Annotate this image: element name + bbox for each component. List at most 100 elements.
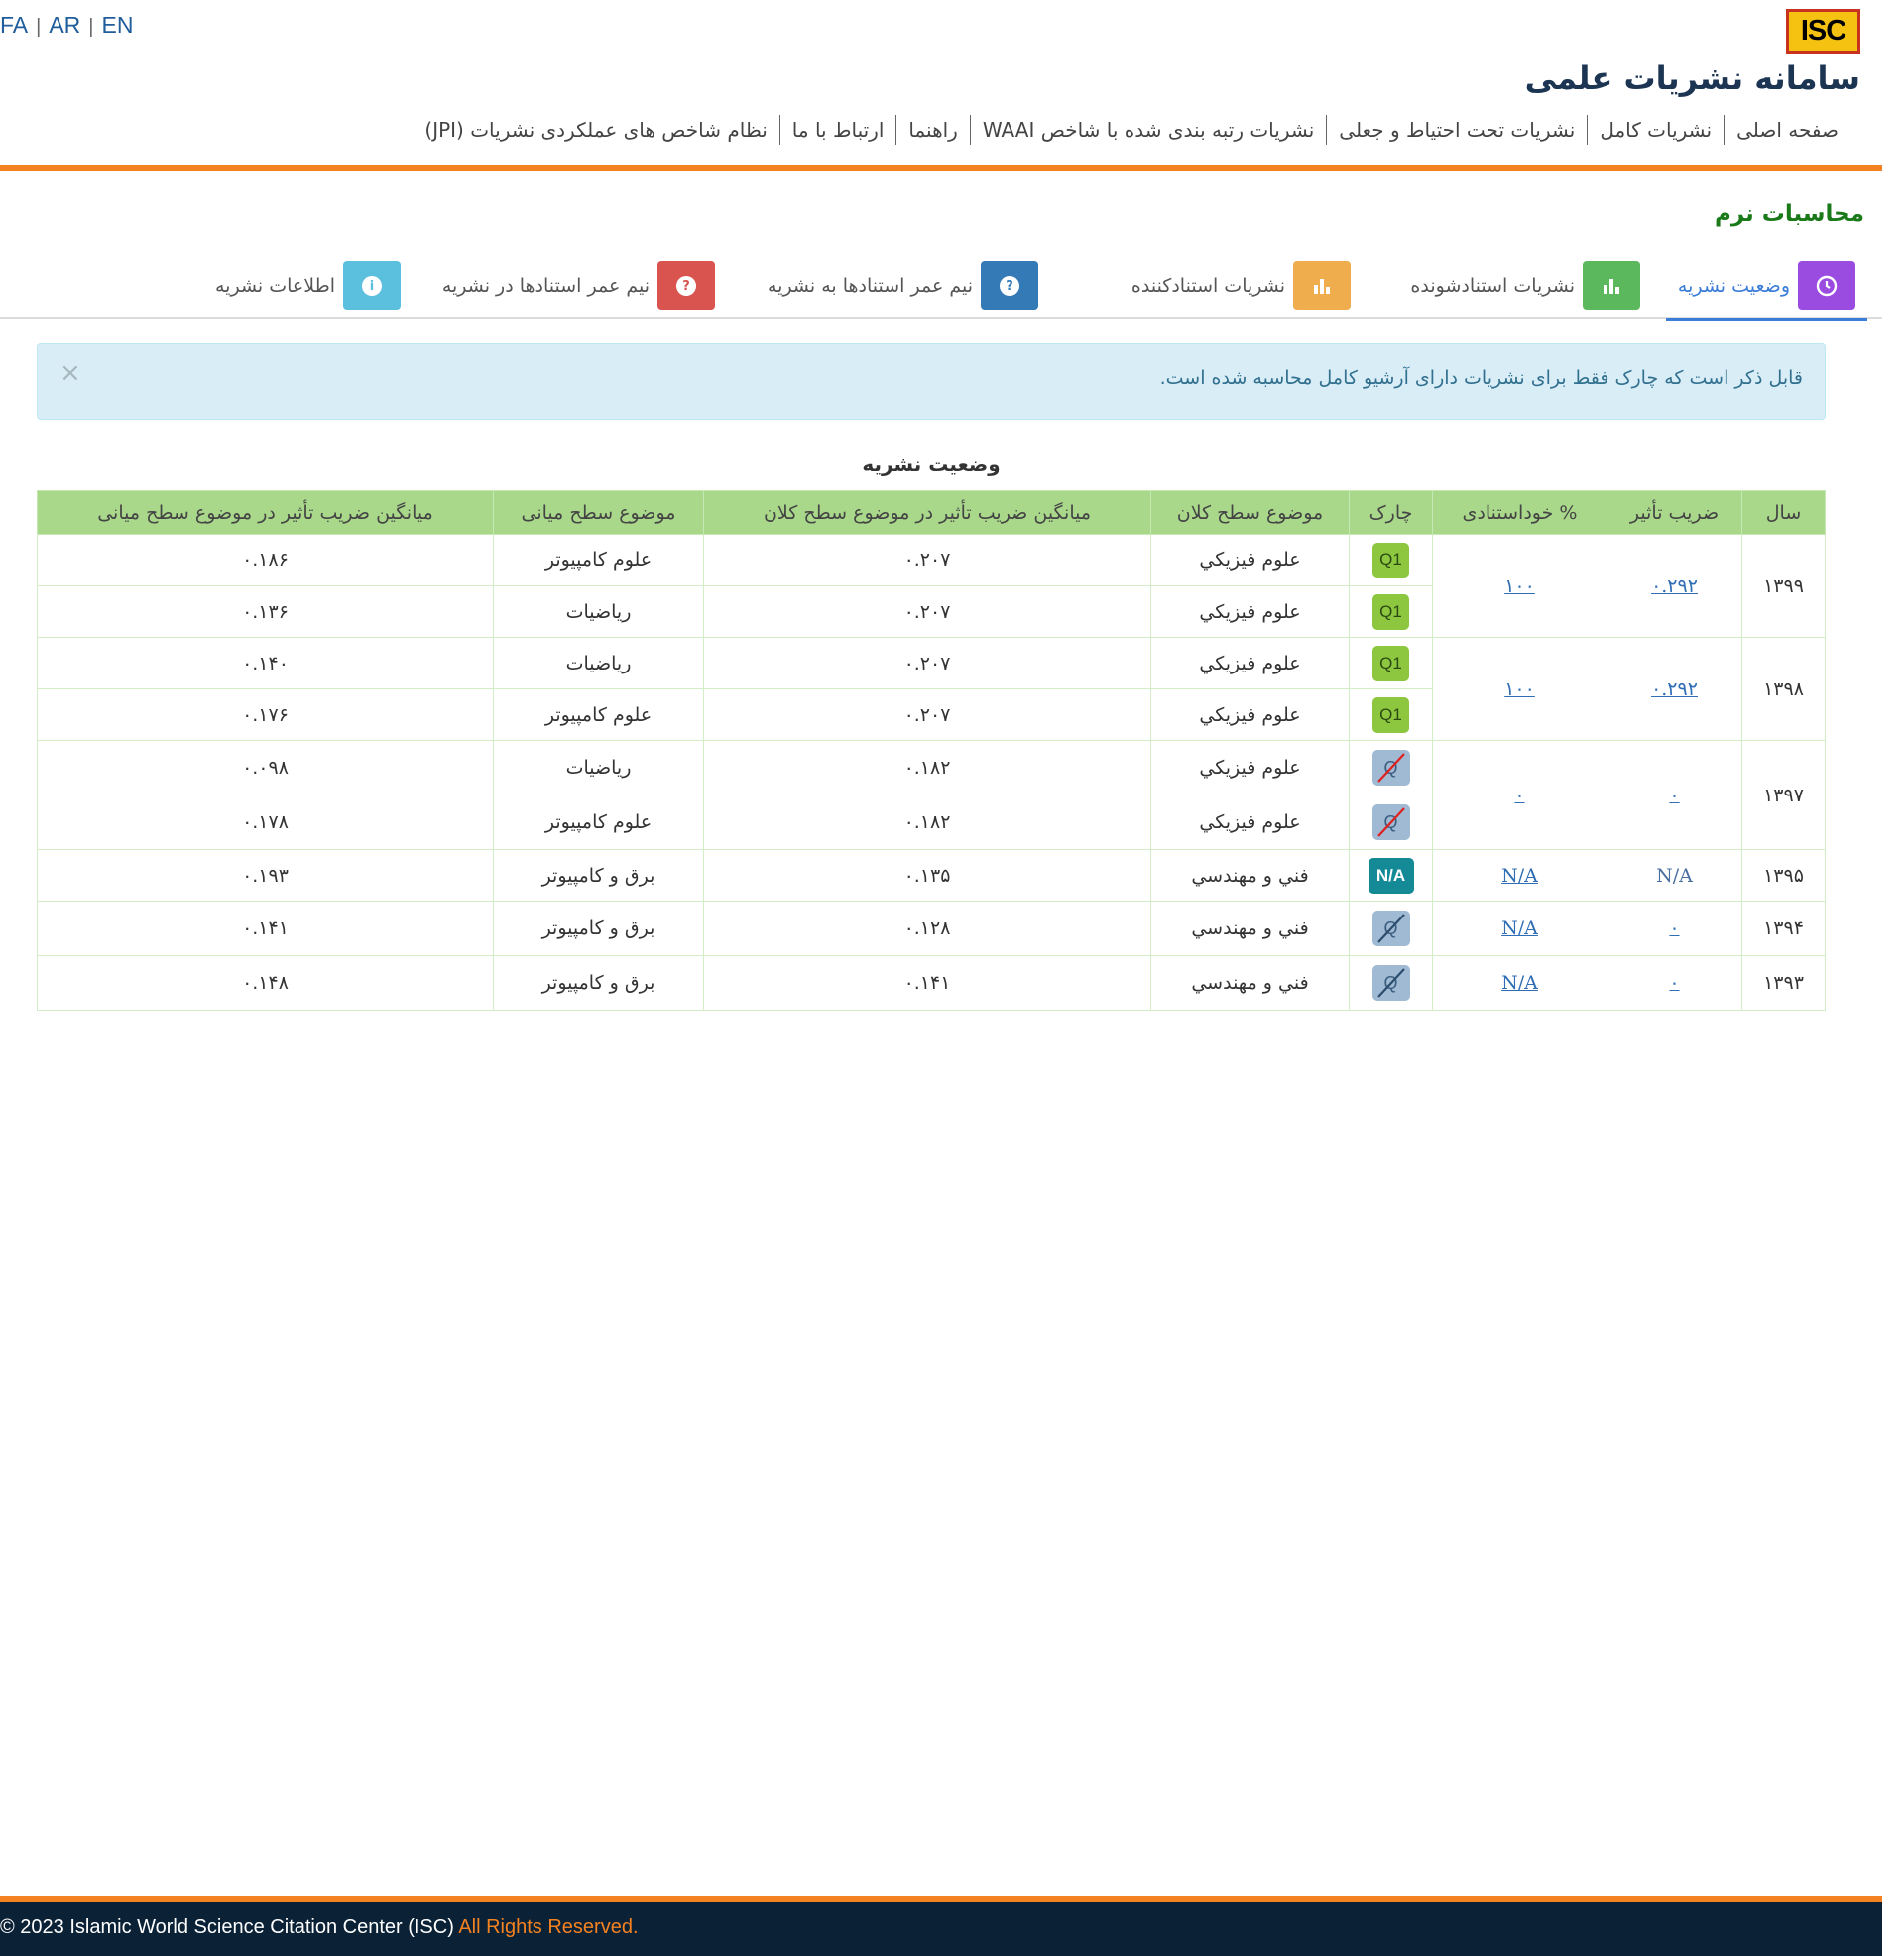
macro-avg-cell: ۰.۲۰۷ bbox=[703, 688, 1151, 741]
mid-avg-cell: ۰.۱۴۱ bbox=[37, 901, 494, 956]
col-mid-subject: موضوع سطح میانی bbox=[493, 490, 704, 535]
self-cite-link[interactable]: ۱۰۰ bbox=[1504, 678, 1535, 700]
lang-ar-link[interactable]: AR bbox=[49, 12, 80, 38]
year-cell: ۱۳۹۵ bbox=[1741, 849, 1826, 902]
language-switcher: FA | AR | EN bbox=[0, 12, 134, 38]
nav-full-journals[interactable]: نشریات کامل bbox=[1588, 118, 1724, 142]
self-cite-link[interactable]: ۰ bbox=[1514, 785, 1524, 806]
macro-subject-cell: علوم فيزيكي bbox=[1150, 585, 1350, 638]
quartile-cell: Q bbox=[1349, 795, 1433, 850]
close-icon[interactable]: × bbox=[60, 358, 81, 388]
lang-fa-link[interactable]: FA bbox=[0, 12, 28, 38]
mid-avg-cell: ۰.۱۸۶ bbox=[37, 534, 494, 586]
macro-subject-cell: علوم فيزيكي bbox=[1150, 637, 1350, 689]
clock-icon bbox=[1798, 260, 1855, 310]
lang-en-link[interactable]: EN bbox=[101, 12, 133, 38]
impact-link[interactable]: ۰ bbox=[1669, 972, 1679, 994]
table-header-row: سال ضریب تأثیر % خوداستنادی چارک موضوع س… bbox=[37, 490, 1826, 535]
tab-journal-status[interactable]: وضعیت نشریه bbox=[1665, 252, 1867, 321]
tab-label: وضعیت نشریه bbox=[1677, 274, 1790, 297]
self-cite-link[interactable]: ۱۰۰ bbox=[1504, 575, 1535, 597]
quartile-cell: Q1 bbox=[1349, 534, 1433, 586]
mid-avg-cell: ۰.۱۷۸ bbox=[37, 795, 494, 850]
self-cite-cell: N/A bbox=[1432, 955, 1607, 1011]
table-row: ۱۳۹۴ ۰ N/A Q فني و مهندسي۰.۱۲۸برق و کامپیوتر… bbox=[37, 901, 1826, 956]
tab-label: نیم عمر استنادها در نشریه bbox=[441, 275, 650, 297]
tab-half-life-in-journal[interactable]: ? نیم عمر استنادها در نشریه bbox=[442, 252, 715, 319]
mid-avg-cell: ۰.۱۴۰ bbox=[37, 637, 494, 689]
macro-avg-cell: ۰.۱۴۱ bbox=[703, 955, 1151, 1011]
nav-contact[interactable]: ارتباط با ما bbox=[780, 118, 896, 142]
macro-subject-cell: فني و مهندسي bbox=[1150, 901, 1350, 956]
table-row: ۱۳۹۳ ۰ N/A Q فني و مهندسي۰.۱۴۱برق و کامپیوتر… bbox=[37, 955, 1826, 1011]
self-cite-link[interactable]: N/A bbox=[1501, 917, 1538, 939]
tab-cited-journals[interactable]: نشریات استنادشونده bbox=[1410, 252, 1640, 319]
isc-logo[interactable]: ISC bbox=[1786, 9, 1860, 54]
logo-text: ISC bbox=[1800, 15, 1846, 47]
info-alert: قابل ذکر است که چارک فقط برای نشریات دار… bbox=[37, 343, 1826, 420]
col-year: سال bbox=[1741, 490, 1826, 535]
no-quartile-icon: Q bbox=[1371, 804, 1410, 840]
quartile-cell: Q1 bbox=[1349, 688, 1433, 741]
macro-subject-cell: علوم فيزيكي bbox=[1150, 740, 1350, 795]
macro-avg-cell: ۰.۱۳۵ bbox=[703, 849, 1151, 902]
journal-status-table: سال ضریب تأثیر % خوداستنادی چارک موضوع س… bbox=[37, 490, 1826, 1011]
nav-waai-ranked[interactable]: نشریات رتبه بندی شده با شاخص WAAI bbox=[971, 118, 1326, 142]
tab-label: نیم عمر استنادها به نشریه bbox=[767, 275, 973, 297]
nav-divider bbox=[969, 115, 971, 145]
self-cite-link[interactable]: N/A bbox=[1501, 972, 1538, 994]
mid-subject-cell: برق و کامپیوتر bbox=[493, 849, 704, 902]
impact-cell: ۰ bbox=[1606, 740, 1742, 850]
impact-cell: ۰ bbox=[1606, 955, 1742, 1011]
impact-link[interactable]: ۰ bbox=[1669, 917, 1679, 939]
quartile-badge: Q1 bbox=[1372, 696, 1409, 733]
macro-subject-cell: علوم فيزيكي bbox=[1150, 534, 1350, 586]
year-cell: ۱۳۹۳ bbox=[1741, 955, 1826, 1011]
nav-divider bbox=[1587, 115, 1589, 145]
macro-subject-cell: علوم فيزيكي bbox=[1150, 688, 1350, 741]
tab-label: نشریات استنادشونده bbox=[1410, 275, 1575, 297]
tab-bar: وضعیت نشریه نشریات استنادشونده نشریات اس… bbox=[0, 252, 1882, 321]
mid-subject-cell: ریاضیات bbox=[493, 637, 704, 689]
nav-caution-journals[interactable]: نشریات تحت احتیاط و جعلی bbox=[1327, 118, 1587, 142]
table-row: ۱۳۹۵ N/A N/A N/A فني و مهندسي ۰.۱۳۵ برق و کامپ… bbox=[37, 849, 1826, 902]
self-cite-link[interactable]: N/A bbox=[1501, 865, 1538, 887]
mid-avg-cell: ۰.۰۹۸ bbox=[37, 740, 494, 795]
impact-link[interactable]: ۰.۲۹۲ bbox=[1651, 678, 1698, 700]
impact-value: N/A bbox=[1656, 864, 1693, 887]
self-cite-cell: N/A bbox=[1432, 849, 1607, 902]
question-circle-icon: ? bbox=[657, 261, 715, 310]
mid-subject-cell: برق و کامپیوتر bbox=[493, 955, 704, 1011]
question-circle-icon: ? bbox=[981, 261, 1038, 310]
impact-link[interactable]: ۰ bbox=[1669, 785, 1679, 806]
col-impact: ضریب تأثیر bbox=[1606, 490, 1742, 535]
year-cell: ۱۳۹۸ bbox=[1741, 637, 1826, 741]
impact-cell: ۰ bbox=[1606, 901, 1742, 956]
col-quartile: چارک bbox=[1349, 490, 1433, 535]
nav-divider bbox=[895, 115, 897, 145]
no-quartile-icon: Q bbox=[1371, 911, 1410, 946]
impact-link[interactable]: ۰.۲۹۲ bbox=[1651, 575, 1698, 597]
nav-jpi[interactable]: نظام شاخص های عملکردی نشریات (JPI) bbox=[413, 118, 778, 142]
main-nav: صفحه اصلی نشریات کامل نشریات تحت احتیاط … bbox=[413, 115, 1850, 145]
impact-cell: ۰.۲۹۲ bbox=[1606, 534, 1742, 638]
mid-avg-cell: ۰.۱۷۶ bbox=[37, 688, 494, 741]
macro-avg-cell: ۰.۱۲۸ bbox=[703, 901, 1151, 956]
rights-text: All Rights Reserved. bbox=[458, 1916, 639, 1938]
mid-subject-cell: علوم کامپیوتر bbox=[493, 688, 704, 741]
self-cite-cell: N/A bbox=[1432, 901, 1607, 956]
table-body: ۱۳۹۹ ۰.۲۹۲ ۱۰۰ Q1 علوم فيزيكي ۰.۲۰۷ علوم کامپی… bbox=[37, 534, 1826, 1011]
tab-citing-journals[interactable]: نشریات استنادکننده bbox=[1131, 252, 1351, 319]
footer-text: © 2023 Islamic World Science Citation Ce… bbox=[0, 1916, 639, 1939]
tab-journal-info[interactable]: i اطلاعات نشریه bbox=[215, 252, 401, 319]
nav-home[interactable]: صفحه اصلی bbox=[1725, 118, 1850, 142]
quartile-badge: Q1 bbox=[1372, 593, 1409, 630]
table-row: ۱۳۹۹ ۰.۲۹۲ ۱۰۰ Q1 علوم فيزيكي ۰.۲۰۷ علوم کامپی… bbox=[37, 534, 1826, 638]
nav-guide[interactable]: راهنما bbox=[896, 118, 969, 142]
tab-half-life-to-journal[interactable]: ? نیم عمر استنادها به نشریه bbox=[768, 252, 1038, 319]
macro-subject-cell: فني و مهندسي bbox=[1150, 955, 1350, 1011]
mid-subject-cell: ریاضیات bbox=[493, 740, 704, 795]
page: FA | AR | EN ISC سامانه نشریات علمی صفحه اصل… bbox=[0, 0, 1882, 1956]
info-circle-icon: i bbox=[343, 261, 401, 310]
section-title: محاسبات نرم bbox=[1714, 201, 1864, 227]
